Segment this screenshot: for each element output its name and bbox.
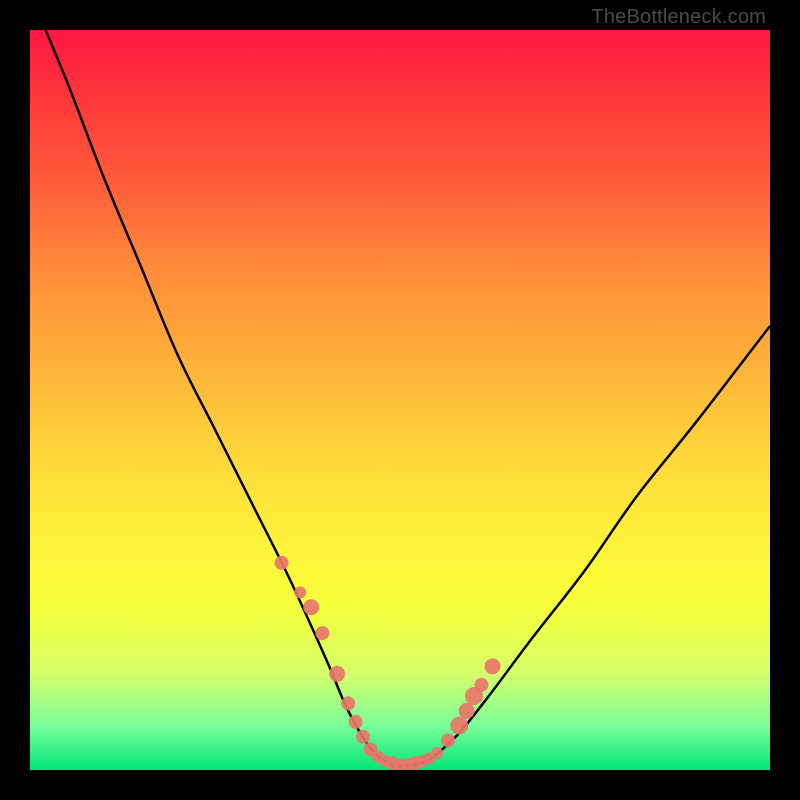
highlight-marker [294,586,306,598]
highlight-marker [485,658,501,674]
curve-svg [30,30,770,770]
marker-group [275,556,501,770]
chart-frame: TheBottleneck.com [0,0,800,800]
highlight-marker [450,717,468,735]
bottleneck-curve [30,30,770,767]
attribution-text: TheBottleneck.com [591,6,766,29]
highlight-marker [303,599,319,615]
highlight-marker [474,678,488,692]
highlight-marker [459,703,475,719]
highlight-marker [275,556,289,570]
highlight-marker [431,747,443,759]
plot-background [30,30,770,770]
highlight-marker [315,626,329,640]
highlight-marker [329,666,345,682]
highlight-marker [356,730,370,744]
highlight-marker [349,715,363,729]
highlight-marker [341,696,355,710]
highlight-marker [441,733,455,747]
